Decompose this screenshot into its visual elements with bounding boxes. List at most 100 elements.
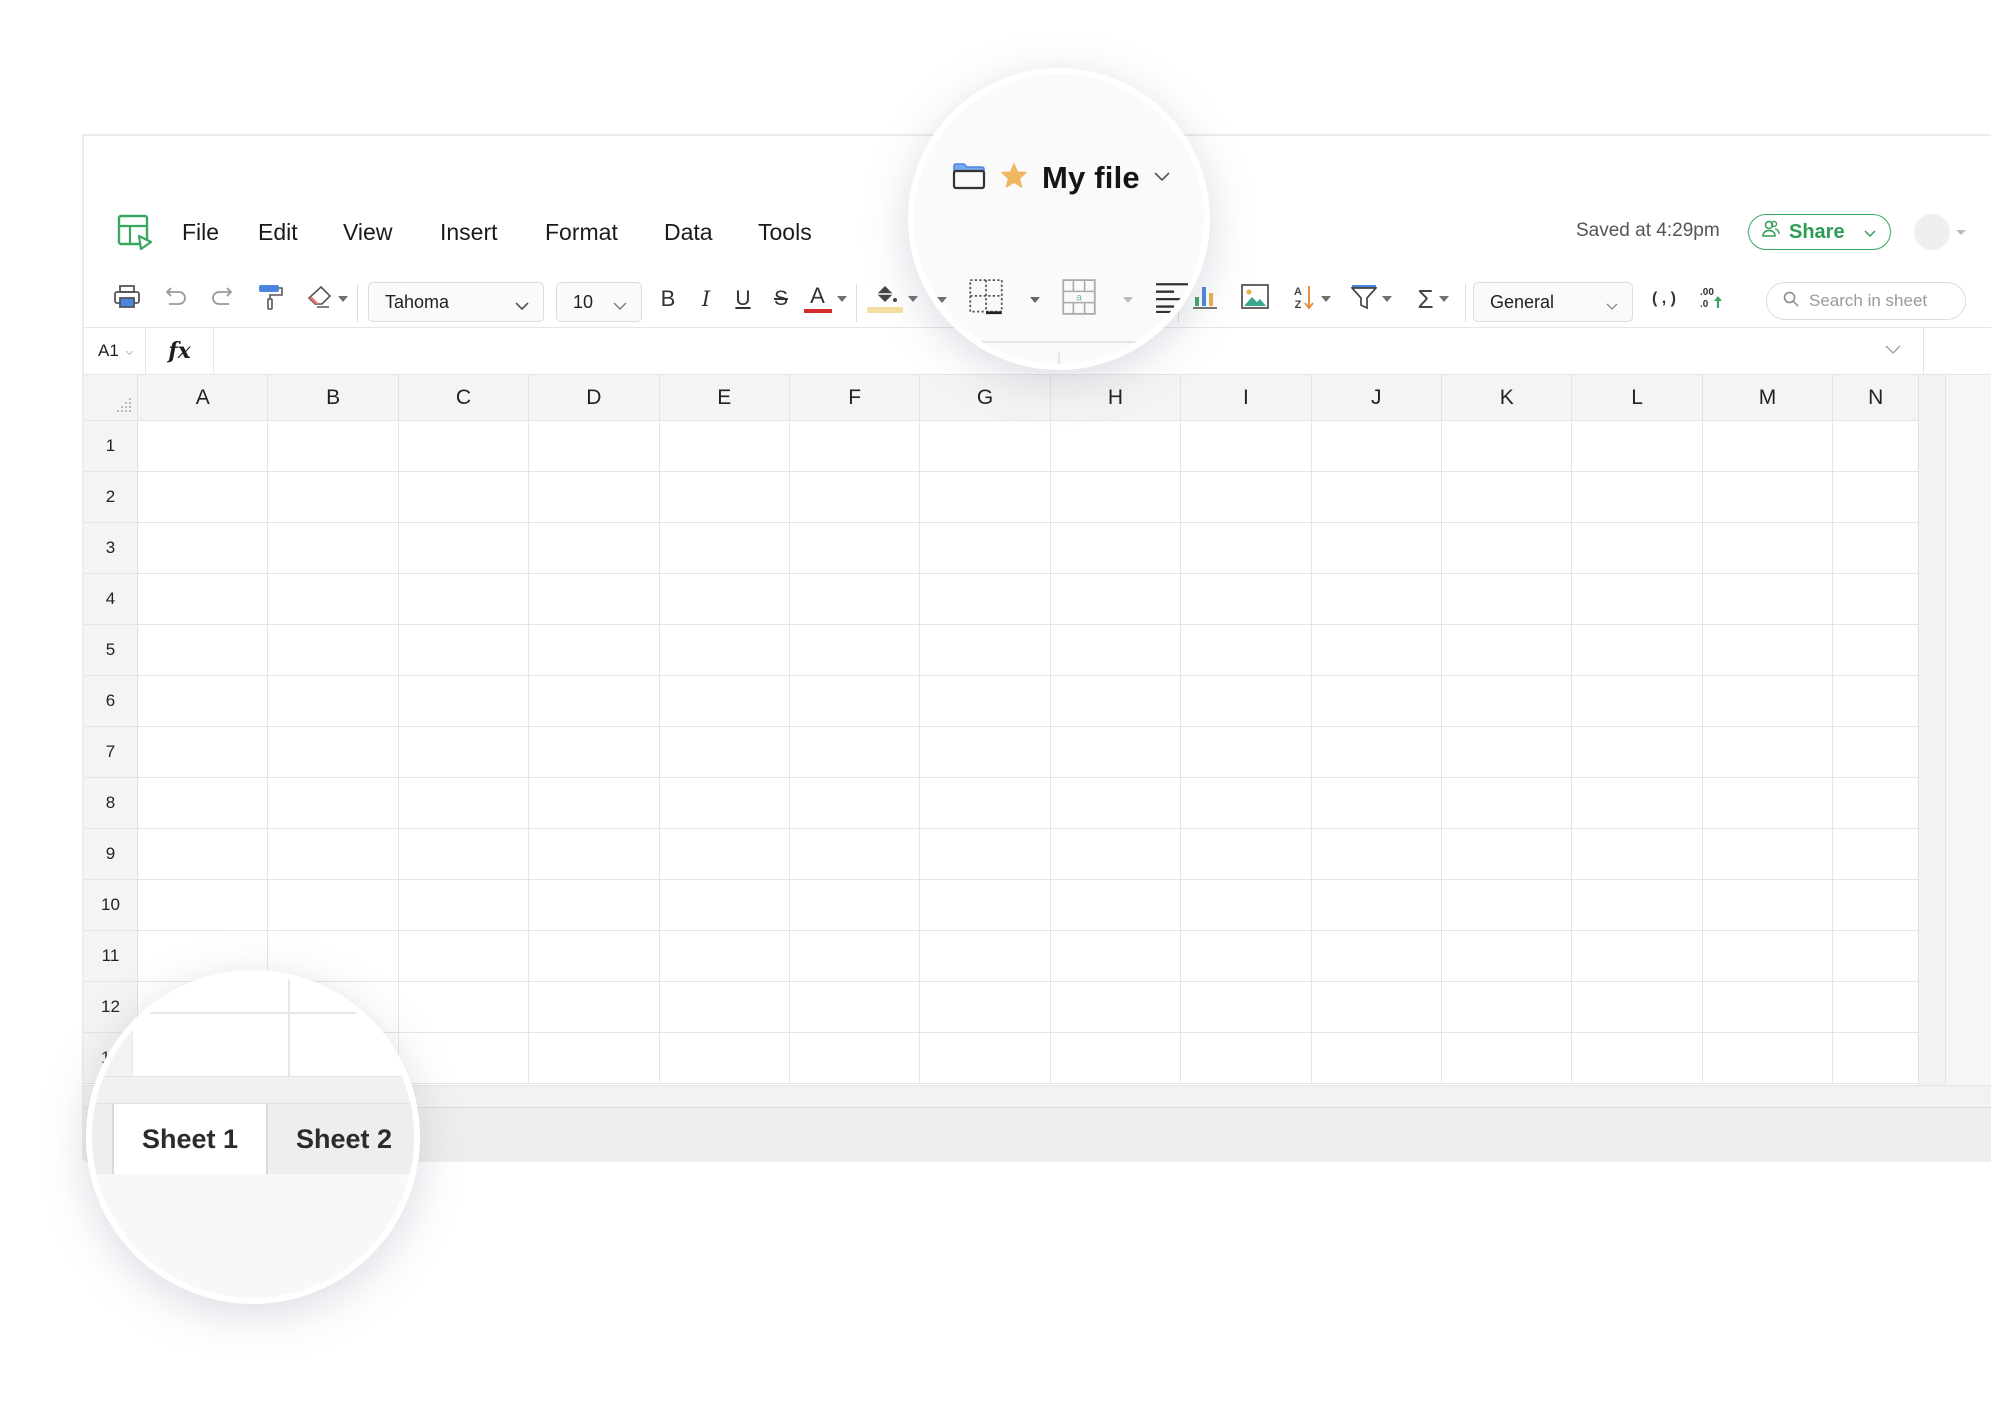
cell-H5[interactable] [1050, 625, 1182, 676]
cell-F6[interactable] [790, 676, 921, 727]
cell-I1[interactable] [1181, 421, 1312, 472]
underline-button[interactable]: U [728, 284, 758, 314]
undo-button[interactable] [160, 284, 190, 314]
cell-L8[interactable] [1572, 778, 1703, 829]
cell-L9[interactable] [1572, 829, 1703, 880]
menu-format[interactable]: Format [545, 219, 618, 246]
cell-B3[interactable] [268, 523, 399, 574]
cell-M6[interactable] [1702, 676, 1834, 727]
borders-icon[interactable] [969, 279, 1003, 320]
cell-A8[interactable] [138, 778, 269, 829]
cell-B10[interactable] [268, 880, 399, 931]
print-button[interactable] [112, 284, 142, 314]
cell-N3[interactable] [1833, 523, 1920, 574]
cell-E5[interactable] [659, 625, 790, 676]
cell-H12[interactable] [1050, 982, 1182, 1033]
cell-K13[interactable] [1442, 1033, 1573, 1084]
column-header[interactable]: A [138, 375, 269, 421]
cell-N7[interactable] [1833, 727, 1920, 778]
cell-H13[interactable] [1050, 1033, 1182, 1084]
cell-G13[interactable] [920, 1033, 1051, 1084]
increase-decimal-button[interactable]: .00.0 [1696, 284, 1726, 314]
cell-D9[interactable] [529, 829, 660, 880]
cell-D6[interactable] [529, 676, 660, 727]
cell-D7[interactable] [529, 727, 660, 778]
strikethrough-button[interactable]: S [766, 284, 796, 314]
cell-D4[interactable] [529, 574, 660, 625]
cell-I7[interactable] [1181, 727, 1312, 778]
cell-L7[interactable] [1572, 727, 1703, 778]
column-header[interactable]: N [1833, 375, 1920, 421]
cell-I9[interactable] [1181, 829, 1312, 880]
function-icon[interactable]: fx [146, 328, 214, 374]
cell-D10[interactable] [529, 880, 660, 931]
cell-K12[interactable] [1442, 982, 1573, 1033]
cell-C5[interactable] [398, 625, 530, 676]
cell-F12[interactable] [790, 982, 921, 1033]
menu-edit[interactable]: Edit [258, 219, 298, 246]
cell-B1[interactable] [268, 421, 399, 472]
cell-E11[interactable] [659, 931, 790, 982]
cell-I11[interactable] [1181, 931, 1312, 982]
cell-I5[interactable] [1181, 625, 1312, 676]
cell-A3[interactable] [138, 523, 269, 574]
sort-button[interactable]: AZ [1288, 284, 1334, 314]
cell-C7[interactable] [398, 727, 530, 778]
cell-G1[interactable] [920, 421, 1051, 472]
cell-E3[interactable] [659, 523, 790, 574]
column-header[interactable]: C [398, 375, 530, 421]
expand-formula-icon[interactable] [1885, 342, 1901, 360]
sheet-tab-2[interactable]: Sheet 2 [266, 1104, 414, 1174]
cell-B4[interactable] [268, 574, 399, 625]
cell-B9[interactable] [268, 829, 399, 880]
cell-J8[interactable] [1311, 778, 1442, 829]
comma-style-button[interactable]: ( , ) [1644, 284, 1684, 314]
number-format-select[interactable]: General [1473, 282, 1633, 322]
cell-G8[interactable] [920, 778, 1051, 829]
cell-L10[interactable] [1572, 880, 1703, 931]
cell-E13[interactable] [659, 1033, 790, 1084]
cell-D5[interactable] [529, 625, 660, 676]
cell-A4[interactable] [138, 574, 269, 625]
cell-L3[interactable] [1572, 523, 1703, 574]
cell-N2[interactable] [1833, 472, 1920, 523]
column-header[interactable]: H [1050, 375, 1182, 421]
cell-J6[interactable] [1311, 676, 1442, 727]
cell-M5[interactable] [1702, 625, 1834, 676]
row-header[interactable]: 6 [84, 676, 138, 727]
cell-J1[interactable] [1311, 421, 1442, 472]
column-header[interactable]: G [920, 375, 1051, 421]
cell-K11[interactable] [1442, 931, 1573, 982]
cell-N9[interactable] [1833, 829, 1920, 880]
cell-N8[interactable] [1833, 778, 1920, 829]
cell-H4[interactable] [1050, 574, 1182, 625]
cell-A2[interactable] [138, 472, 269, 523]
cell-K2[interactable] [1442, 472, 1573, 523]
paint-format-button[interactable] [256, 284, 286, 314]
app-logo-icon[interactable] [117, 214, 155, 252]
cell-E6[interactable] [659, 676, 790, 727]
cell-H8[interactable] [1050, 778, 1182, 829]
cell-I10[interactable] [1181, 880, 1312, 931]
name-box[interactable]: A1 [84, 328, 146, 374]
cell-K6[interactable] [1442, 676, 1573, 727]
cell-A7[interactable] [138, 727, 269, 778]
insert-image-button[interactable] [1240, 283, 1270, 314]
column-header[interactable]: L [1572, 375, 1703, 421]
cell-I4[interactable] [1181, 574, 1312, 625]
user-avatar[interactable] [1914, 214, 1950, 250]
cell-K9[interactable] [1442, 829, 1573, 880]
vertical-scrollbar[interactable] [1918, 375, 1945, 1085]
align-left-icon[interactable] [1155, 281, 1189, 318]
cell-J5[interactable] [1311, 625, 1442, 676]
fill-color-button[interactable] [864, 284, 920, 314]
cell-C12[interactable] [398, 982, 530, 1033]
sum-button[interactable]: Σ [1410, 284, 1456, 314]
cell-N4[interactable] [1833, 574, 1920, 625]
cell-H1[interactable] [1050, 421, 1182, 472]
menu-data[interactable]: Data [664, 219, 713, 246]
cell-I3[interactable] [1181, 523, 1312, 574]
cell-C8[interactable] [398, 778, 530, 829]
cell-M9[interactable] [1702, 829, 1834, 880]
cell-K4[interactable] [1442, 574, 1573, 625]
